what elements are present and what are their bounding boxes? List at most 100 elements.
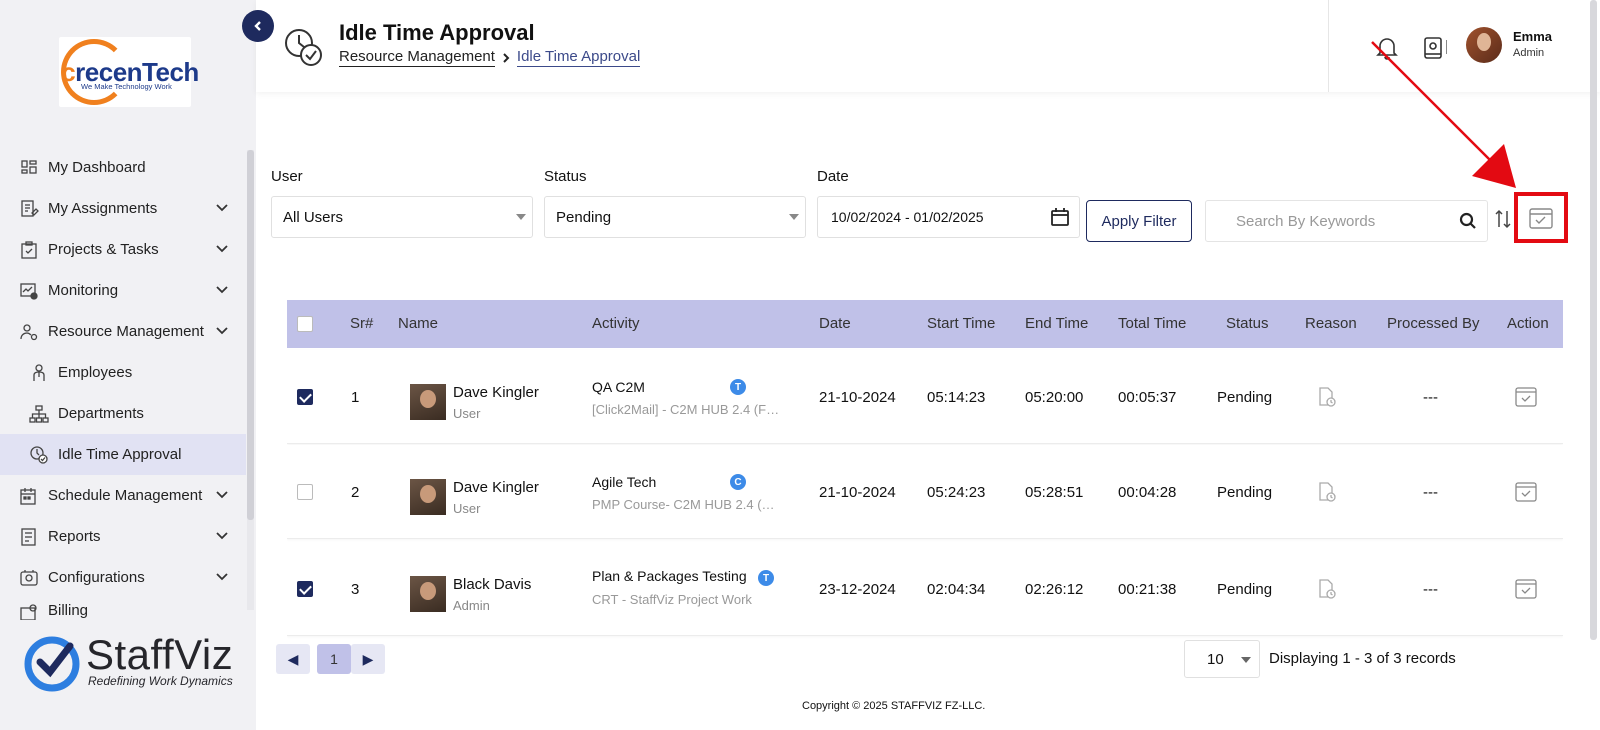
sidebar-item-idle-time-approval[interactable]: Idle Time Approval: [0, 434, 246, 475]
row-end-time: 05:20:00: [1025, 389, 1084, 406]
user-filter-select[interactable]: All Users: [271, 196, 533, 238]
header-separator: [1446, 40, 1447, 54]
breadcrumb: Resource Management Idle Time Approval: [339, 48, 641, 67]
avatar[interactable]: [1466, 27, 1502, 63]
column-header-status[interactable]: Status: [1226, 315, 1269, 332]
sidebar-item-reports[interactable]: Reports: [0, 516, 246, 557]
sidebar-item-projects[interactable]: Projects & Tasks: [0, 229, 246, 270]
reason-document-icon[interactable]: [1317, 578, 1337, 600]
column-header-end-time[interactable]: End Time: [1025, 315, 1088, 332]
sidebar-item-dashboard[interactable]: My Dashboard: [0, 147, 246, 188]
sidebar-item-monitoring[interactable]: Monitoring: [0, 270, 246, 311]
page-size-select[interactable]: 10: [1184, 640, 1260, 678]
clock-check-icon: [28, 444, 50, 466]
activity-badge: T: [758, 570, 774, 586]
row-total-time: 00:05:37: [1118, 389, 1177, 406]
dashboard-icon: [18, 157, 40, 179]
row-checkbox[interactable]: [297, 389, 313, 405]
product-tagline: Redefining Work Dynamics: [88, 674, 233, 688]
user-filter-value: All Users: [283, 208, 344, 226]
breadcrumb-idle-time-approval[interactable]: Idle Time Approval: [516, 48, 641, 67]
breadcrumb-resource-management[interactable]: Resource Management: [339, 48, 495, 67]
clipboard-icon: [18, 239, 40, 261]
column-header-date[interactable]: Date: [819, 315, 851, 332]
user-name: Emma: [1513, 29, 1553, 44]
approve-action-icon[interactable]: [1514, 577, 1538, 601]
chevron-right-icon: [503, 52, 510, 63]
column-header-activity[interactable]: Activity: [592, 315, 640, 332]
sidebar-collapse-button[interactable]: [242, 10, 274, 42]
date-range-input[interactable]: 10/02/2024 - 01/02/2025: [817, 196, 1080, 238]
product-name: StaffViz: [86, 631, 234, 678]
row-sr: 1: [351, 389, 360, 406]
sidebar-item-billing[interactable]: Billing: [0, 598, 246, 620]
approve-action-icon[interactable]: [1514, 480, 1538, 504]
user-role: Admin: [1513, 47, 1545, 59]
column-header-reason[interactable]: Reason: [1305, 315, 1357, 332]
row-processed-by: ---: [1423, 389, 1438, 406]
column-header-start-time[interactable]: Start Time: [927, 315, 995, 332]
select-all-checkbox[interactable]: [297, 316, 313, 332]
bell-icon[interactable]: [1374, 35, 1400, 61]
employee-name: Black Davis: [453, 576, 532, 593]
column-header-total-time[interactable]: Total Time: [1118, 315, 1186, 332]
users-gear-icon: [18, 321, 40, 343]
table-row: 2 Dave Kingler User Agile Tech C PMP Cou…: [287, 445, 1563, 539]
column-header-sr[interactable]: Sr#: [350, 315, 373, 332]
prev-page-button[interactable]: ◀: [276, 644, 310, 674]
row-total-time: 00:04:28: [1118, 484, 1177, 501]
row-start-time: 02:04:34: [927, 581, 986, 598]
calendar-icon[interactable]: [1049, 206, 1071, 228]
page-1-button[interactable]: 1: [317, 644, 351, 674]
page-header: Idle Time Approval Resource Management I…: [256, 0, 1600, 92]
apply-filter-button[interactable]: Apply Filter: [1086, 200, 1192, 242]
approve-action-icon[interactable]: [1514, 385, 1538, 409]
book-icon[interactable]: [1420, 35, 1446, 61]
employee-role: User: [453, 501, 481, 516]
report-icon: [18, 526, 40, 548]
avatar: [410, 479, 446, 515]
reason-document-icon[interactable]: [1317, 386, 1337, 408]
bulk-approve-button[interactable]: [1514, 192, 1568, 243]
staffviz-mark-icon: [24, 636, 80, 692]
row-processed-by: ---: [1423, 581, 1438, 598]
sidebar-scrollbar[interactable]: [247, 150, 254, 520]
sidebar-item-assignments[interactable]: My Assignments: [0, 188, 246, 229]
activity-title: Agile Tech: [592, 474, 657, 490]
status-filter-value: Pending: [556, 208, 612, 226]
row-checkbox[interactable]: [297, 581, 313, 597]
sidebar-item-schedule-management[interactable]: Schedule Management: [0, 475, 246, 516]
logo-tagline: We Make Technology Work: [81, 82, 172, 91]
staffviz-logo: StaffViz Redefining Work Dynamics: [24, 632, 244, 694]
search-input[interactable]: [1206, 201, 1446, 241]
activity-description: PMP Course- C2M HUB 2.4 (FU...: [592, 497, 782, 512]
reason-document-icon[interactable]: [1317, 481, 1337, 503]
sidebar-item-employees[interactable]: Employees: [0, 352, 246, 393]
page-scrollbar[interactable]: [1590, 0, 1597, 640]
row-end-time: 02:26:12: [1025, 581, 1084, 598]
status-filter-select[interactable]: Pending: [544, 196, 806, 238]
row-start-time: 05:24:23: [927, 484, 986, 501]
sidebar-item-departments[interactable]: Departments: [0, 393, 246, 434]
table-row: 3 Black Davis Admin Plan & Packages Test…: [287, 542, 1563, 636]
sidebar-item-resource-management[interactable]: Resource Management: [0, 311, 246, 352]
sidebar-item-label: Reports: [48, 528, 101, 545]
row-total-time: 00:21:38: [1118, 581, 1177, 598]
search-icon[interactable]: [1459, 212, 1477, 230]
sort-icon[interactable]: [1495, 208, 1511, 230]
next-page-button[interactable]: ▶: [351, 644, 385, 674]
sidebar-item-configurations[interactable]: Configurations: [0, 557, 246, 598]
hierarchy-icon: [28, 403, 50, 425]
row-processed-by: ---: [1423, 484, 1438, 501]
column-header-name[interactable]: Name: [398, 315, 438, 332]
chevron-down-icon: [216, 573, 228, 581]
row-checkbox[interactable]: [297, 484, 313, 500]
caret-down-icon: [789, 214, 799, 220]
employee-icon: [28, 362, 50, 384]
row-status: Pending: [1217, 389, 1273, 406]
date-filter-label: Date: [817, 168, 849, 185]
sidebar-item-label: Employees: [58, 364, 133, 381]
column-header-processed-by[interactable]: Processed By: [1387, 315, 1480, 332]
column-header-action[interactable]: Action: [1507, 315, 1549, 332]
company-logo[interactable]: crecenTech We Make Technology Work: [59, 37, 199, 107]
